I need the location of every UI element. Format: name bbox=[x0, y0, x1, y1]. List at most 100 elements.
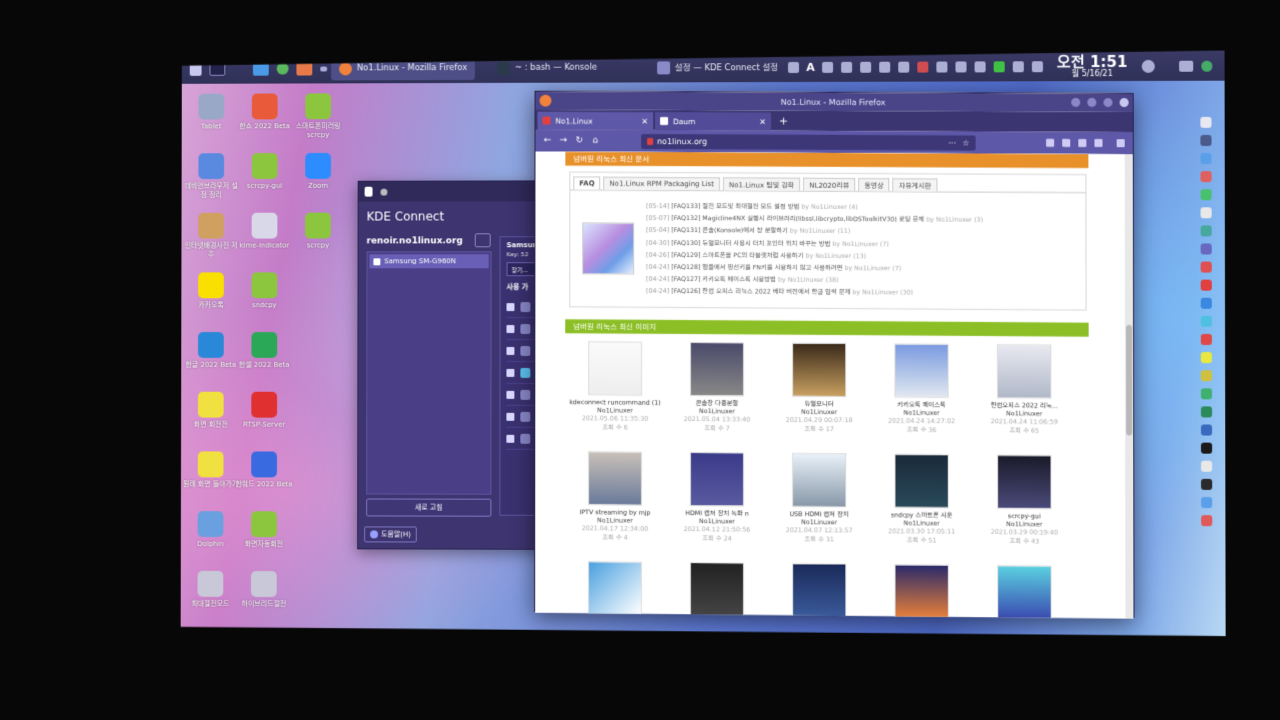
gallery-thumbnail[interactable] bbox=[588, 561, 642, 616]
maximize-icon[interactable] bbox=[1103, 98, 1112, 107]
faq-tab[interactable]: 동영상 bbox=[858, 178, 889, 191]
store-icon[interactable] bbox=[296, 62, 312, 76]
gallery-thumbnail[interactable] bbox=[997, 455, 1051, 510]
desktop-icon[interactable]: 원래 화면 돌아가기 bbox=[181, 451, 240, 489]
desktop-icon[interactable]: 데비안브라우저 설정 정리 bbox=[182, 153, 241, 199]
dock-app-icon[interactable] bbox=[1200, 225, 1211, 236]
url-bar[interactable]: no1linux.org ⋯ ☆ bbox=[641, 133, 976, 150]
dock-app-icon[interactable] bbox=[1200, 261, 1211, 272]
desktop-icon[interactable]: 한셀 2022 Beta bbox=[235, 332, 294, 370]
back-icon[interactable]: ← bbox=[539, 136, 555, 146]
plugin-checkbox[interactable] bbox=[506, 390, 514, 398]
bluetooth-icon[interactable] bbox=[1013, 61, 1024, 72]
dock-app-icon[interactable] bbox=[1200, 333, 1211, 344]
usb-icon[interactable] bbox=[955, 61, 966, 72]
plugin-checkbox[interactable] bbox=[506, 368, 514, 376]
close-icon[interactable] bbox=[1120, 98, 1129, 107]
bookmark-star-icon[interactable]: ☆ bbox=[962, 138, 969, 147]
desktop-icon[interactable]: 한쇼 2022 Beta bbox=[235, 93, 294, 131]
close-tab-icon[interactable]: ✕ bbox=[641, 117, 648, 126]
dock-app-icon[interactable] bbox=[1201, 496, 1212, 507]
gallery-item[interactable] bbox=[769, 563, 869, 619]
plugin-checkbox[interactable] bbox=[506, 412, 514, 420]
gallery-item[interactable] bbox=[871, 564, 972, 619]
keep-above-icon[interactable] bbox=[1087, 98, 1096, 107]
sidebar-icon[interactable] bbox=[1062, 139, 1070, 147]
desktop-icon[interactable]: kime-indicator bbox=[235, 213, 294, 251]
dock-app-icon[interactable] bbox=[1200, 406, 1211, 417]
help-button[interactable]: 도움말(H) bbox=[364, 526, 417, 542]
extensions-icon[interactable] bbox=[1094, 139, 1102, 147]
dock-app-icon[interactable] bbox=[1200, 370, 1211, 381]
desktop-icon[interactable]: 화면자동회전 bbox=[234, 511, 293, 549]
faq-tab[interactable]: No1.Linux 팁및 강좌 bbox=[723, 177, 800, 190]
minimize-icon[interactable] bbox=[1071, 98, 1080, 107]
gallery-thumbnail[interactable] bbox=[792, 563, 846, 618]
dock-app-icon[interactable] bbox=[1200, 297, 1211, 308]
firefox-window[interactable]: No1.Linux - Mozilla Firefox No1.Linux ✕ … bbox=[534, 91, 1134, 618]
dock-app-icon[interactable] bbox=[1200, 460, 1211, 471]
power-icon[interactable] bbox=[1142, 59, 1155, 72]
faq-thumbnail[interactable] bbox=[582, 222, 634, 274]
device-list[interactable]: Samsung SM-G960N bbox=[366, 251, 491, 494]
notifications-icon[interactable] bbox=[936, 61, 947, 72]
gallery-item[interactable]: 한컴오피스 2022 리눅... No1Linuxer 2021.04.24 11:… bbox=[974, 344, 1075, 436]
gallery-item[interactable]: IPTV streaming by mjp No1Linuxer 2021.04.1… bbox=[565, 451, 665, 543]
storage-icon[interactable] bbox=[974, 61, 985, 72]
dock-app-icon[interactable] bbox=[1200, 189, 1211, 200]
refresh-button[interactable]: 새로 고침 bbox=[366, 498, 491, 516]
location-icon[interactable] bbox=[860, 61, 871, 72]
desktop-icon[interactable]: 카카오톡 bbox=[181, 272, 240, 310]
dock-app-icon[interactable] bbox=[1200, 153, 1211, 164]
gallery-item[interactable]: kdeconnect runcommand (1) No1Linuxer 2021.… bbox=[565, 341, 665, 433]
desktop-icon[interactable]: scrcpy-gui bbox=[235, 153, 294, 191]
desktop-icon[interactable]: 하이브리드절전 bbox=[234, 571, 294, 609]
firefox-titlebar[interactable]: No1.Linux - Mozilla Firefox bbox=[536, 92, 1133, 112]
gallery-thumbnail[interactable] bbox=[997, 344, 1051, 399]
clipboard-icon[interactable] bbox=[822, 61, 833, 72]
new-tab-icon[interactable]: + bbox=[779, 115, 788, 128]
desktop-icon[interactable]: 인터넷배경사진 저주 bbox=[181, 213, 240, 259]
tab-daum[interactable]: Daum ✕ bbox=[655, 112, 771, 130]
volume-icon[interactable] bbox=[1032, 61, 1043, 72]
account-icon[interactable] bbox=[1078, 139, 1086, 147]
dock-app-icon[interactable] bbox=[1200, 388, 1211, 399]
desktop-icon[interactable]: Tablet bbox=[182, 94, 241, 132]
app-launcher-icon[interactable] bbox=[190, 62, 202, 76]
show-desktop-icon[interactable] bbox=[1179, 60, 1193, 71]
gallery-thumbnail[interactable] bbox=[895, 564, 949, 619]
forward-icon[interactable]: → bbox=[555, 136, 571, 146]
flag-icon[interactable] bbox=[917, 61, 928, 72]
gallery-thumbnail[interactable] bbox=[792, 453, 846, 508]
desktop-pager-icon[interactable] bbox=[209, 62, 225, 76]
plugin-checkbox[interactable] bbox=[507, 303, 515, 311]
gallery-item[interactable] bbox=[974, 565, 1075, 619]
faq-item[interactable]: [04-24] [FAQ126] 한컴 오피스 리눅스 2022 베타 버전에서… bbox=[646, 286, 983, 300]
network-icon[interactable] bbox=[879, 61, 890, 72]
task-konsole[interactable]: ~ : bash — Konsole bbox=[489, 56, 605, 80]
desktop-icon[interactable]: 한워드 2022 Beta bbox=[234, 451, 293, 489]
gallery-thumbnail[interactable] bbox=[894, 454, 948, 509]
library-icon[interactable] bbox=[1046, 139, 1054, 147]
scrollbar-thumb[interactable] bbox=[1126, 325, 1132, 436]
home-icon[interactable]: ⌂ bbox=[587, 136, 603, 146]
rename-host-button[interactable] bbox=[475, 233, 491, 247]
gallery-thumbnail[interactable] bbox=[588, 341, 642, 395]
desktop-icon[interactable]: sndcpy bbox=[235, 272, 294, 310]
gallery-item[interactable]: sndcpy 스마트폰 사운 No1Linuxer 2021.03.30 17:05… bbox=[871, 454, 972, 546]
faq-tab[interactable]: 자유게시판 bbox=[893, 178, 937, 191]
desktop-icon[interactable]: scrcpy bbox=[288, 213, 347, 251]
device-item[interactable]: Samsung SM-G960N bbox=[369, 254, 488, 268]
gallery-item[interactable]: 콘솔창 다중분할 No1Linuxer 2021.05.04 13:33:40 조회 … bbox=[667, 342, 767, 434]
gallery-thumbnail[interactable] bbox=[588, 451, 642, 505]
tab-no1linux[interactable]: No1.Linux ✕ bbox=[538, 112, 654, 130]
desktop-icon[interactable]: Zoom bbox=[288, 153, 347, 191]
calendar-icon[interactable] bbox=[898, 61, 909, 72]
task-firefox[interactable]: No1.Linux - Mozilla Firefox bbox=[331, 56, 475, 80]
reload-icon[interactable]: ↻ bbox=[571, 136, 587, 146]
plugin-checkbox[interactable] bbox=[506, 434, 514, 442]
desktop-icon[interactable]: 최대절전모드 bbox=[181, 571, 240, 609]
desktop-icon[interactable]: 한글 2022 Beta bbox=[181, 332, 240, 370]
desktop-icon[interactable]: RTSP-Server bbox=[234, 392, 293, 430]
page-actions-icon[interactable]: ⋯ bbox=[948, 138, 956, 147]
